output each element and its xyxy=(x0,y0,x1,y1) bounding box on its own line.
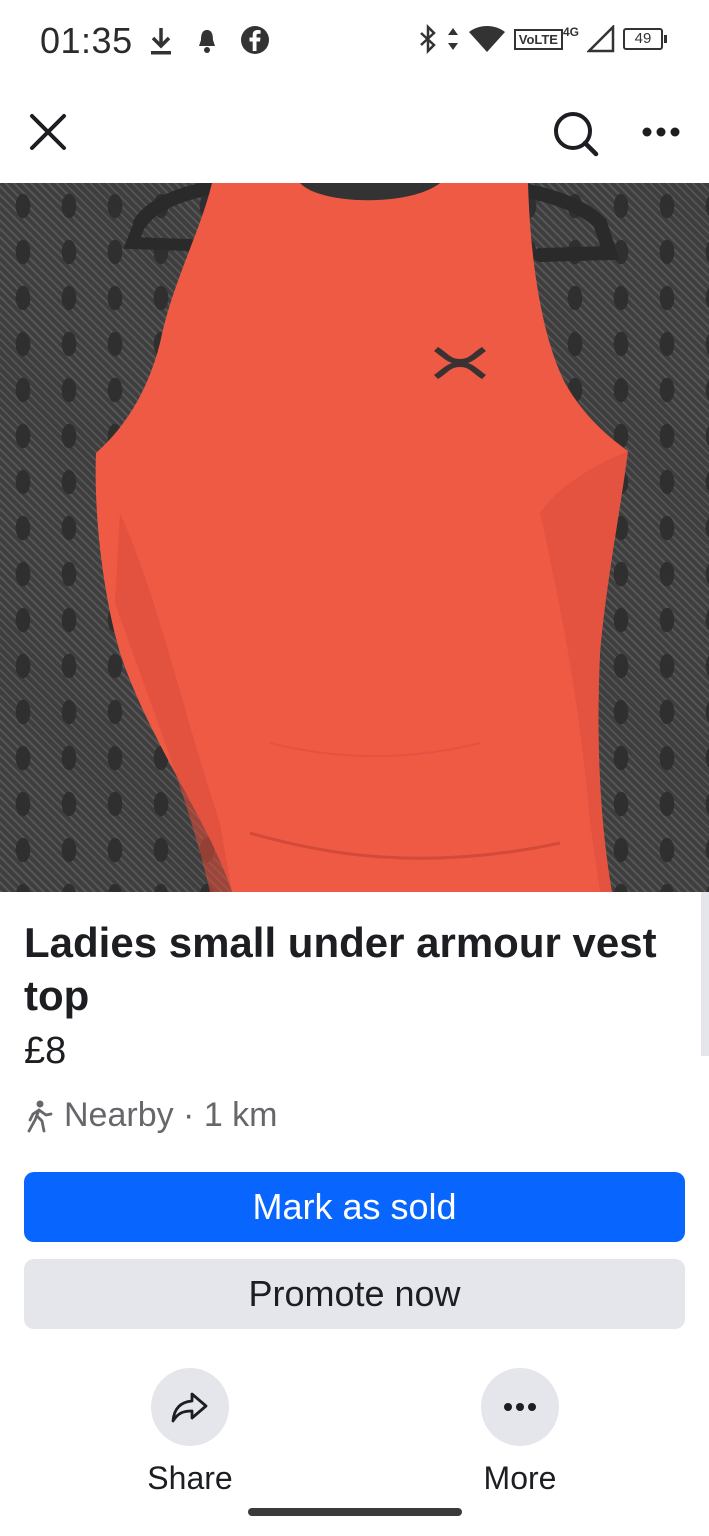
more-label: More xyxy=(483,1460,557,1496)
scroll-indicator xyxy=(701,892,709,1056)
listing-title: Ladies small under armour vest top xyxy=(24,919,657,1019)
share-icon xyxy=(171,1392,208,1423)
bluetooth-icon xyxy=(419,24,436,54)
battery-icon: 49 xyxy=(623,28,667,50)
wifi-icon xyxy=(468,26,505,52)
listing-price: £8 xyxy=(24,1030,67,1072)
location-text: Nearby · 1 km xyxy=(64,1096,278,1134)
status-bar: 01:35 VoLTE 4G 49 xyxy=(0,0,709,80)
listing-location: Nearby · 1 km xyxy=(24,1096,278,1135)
share-button[interactable] xyxy=(151,1368,229,1446)
more-button[interactable] xyxy=(481,1368,559,1446)
close-icon xyxy=(30,114,66,150)
mark-as-sold-button[interactable]: Mark as sold xyxy=(24,1172,685,1242)
walking-person-icon xyxy=(27,1100,53,1132)
search-button[interactable] xyxy=(550,108,600,158)
data-arrows-icon xyxy=(447,28,458,50)
search-icon xyxy=(554,112,599,157)
notification-icon xyxy=(199,30,215,53)
close-button[interactable] xyxy=(26,110,70,154)
share-action[interactable]: Share xyxy=(110,1368,270,1497)
top-nav xyxy=(0,100,709,164)
status-left-icons xyxy=(148,24,270,56)
status-time: 01:35 xyxy=(40,20,133,61)
status-right-icons: VoLTE 4G 49 xyxy=(418,24,667,54)
home-indicator[interactable] xyxy=(248,1508,462,1516)
more-options-button[interactable] xyxy=(636,110,686,154)
more-horizontal-icon xyxy=(504,1403,536,1411)
signal-icon xyxy=(587,25,615,53)
vest-top-image xyxy=(95,183,628,892)
more-action[interactable]: More xyxy=(440,1368,600,1497)
more-horizontal-icon xyxy=(642,127,680,137)
download-icon xyxy=(151,28,171,55)
network-type: 4G xyxy=(562,25,579,39)
product-photo[interactable] xyxy=(0,183,709,892)
promote-now-button[interactable]: Promote now xyxy=(24,1259,685,1329)
facebook-icon xyxy=(241,26,269,54)
volte-badge: VoLTE xyxy=(513,28,563,50)
share-label: Share xyxy=(147,1460,233,1496)
